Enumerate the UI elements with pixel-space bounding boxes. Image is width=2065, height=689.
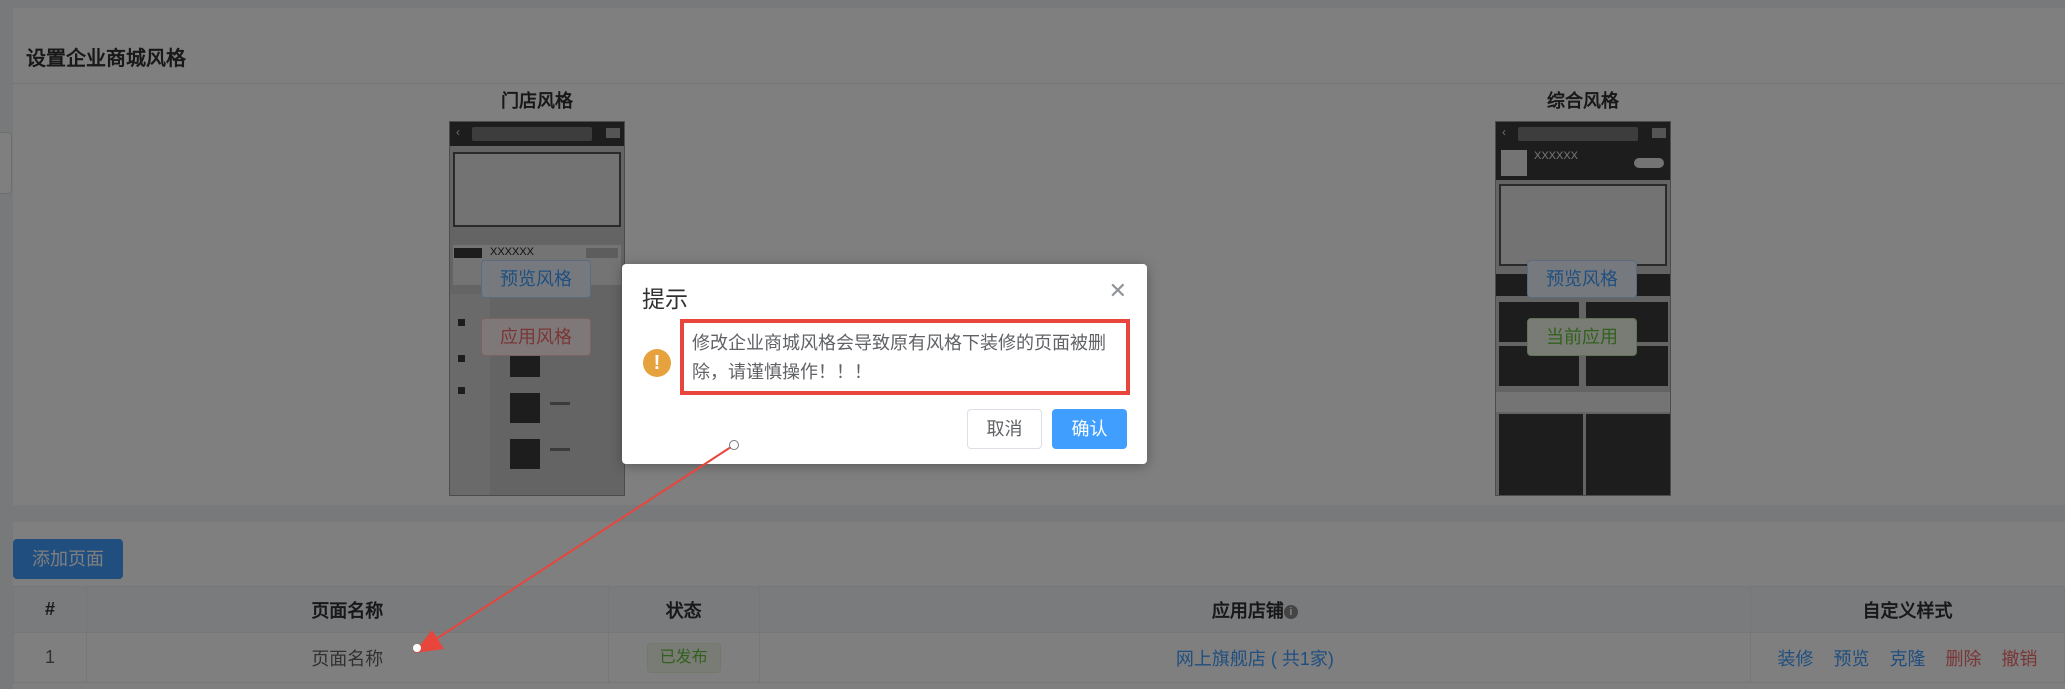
- page: 设置企业商城风格 门店风格 ‹ XXXXXX: [0, 0, 2065, 689]
- confirm-button[interactable]: 确认: [1052, 409, 1127, 449]
- dialog-message: 修改企业商城风格会导致原有风格下装修的页面被删除，请谨慎操作！！！: [680, 319, 1130, 395]
- dialog-title: 提示: [642, 286, 688, 312]
- confirm-dialog: 提示 ✕ ! 修改企业商城风格会导致原有风格下装修的页面被删除，请谨慎操作！！！…: [622, 264, 1147, 464]
- warning-icon: !: [643, 349, 671, 377]
- close-icon[interactable]: ✕: [1109, 280, 1127, 302]
- cancel-button[interactable]: 取消: [967, 409, 1042, 449]
